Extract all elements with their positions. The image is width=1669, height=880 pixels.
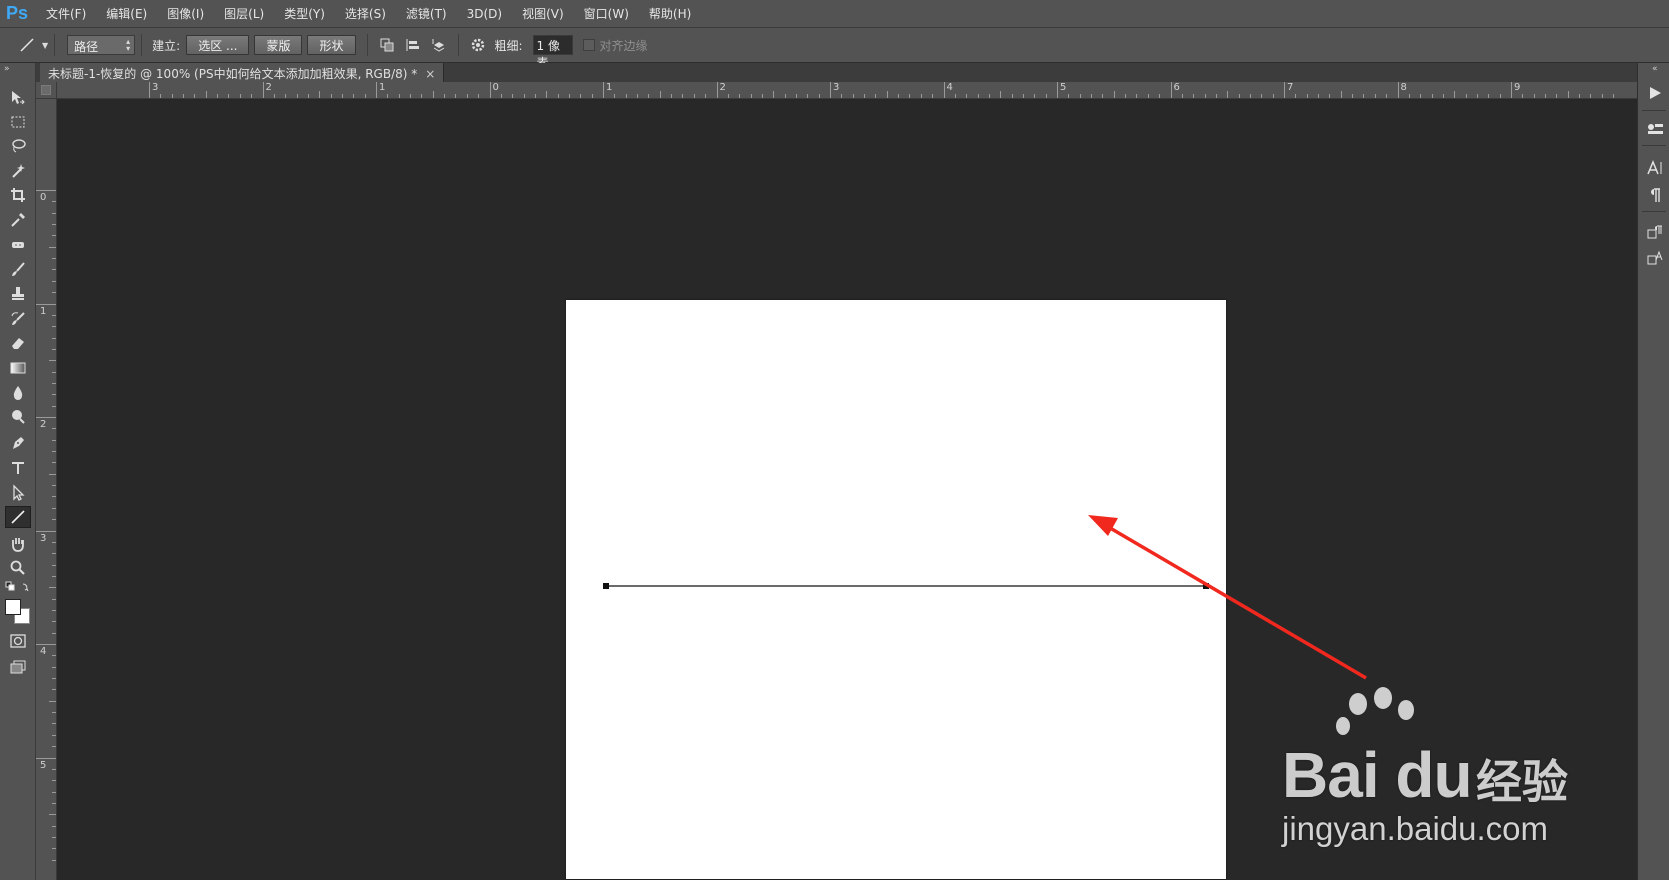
- watermark-url: jingyan.baidu.com: [1282, 810, 1548, 847]
- character-styles-icon[interactable]: [1642, 246, 1668, 270]
- ruler-origin[interactable]: [36, 82, 57, 99]
- properties-icon[interactable]: [1642, 117, 1668, 141]
- paragraph-icon[interactable]: [1642, 183, 1668, 207]
- right-panel-dock: «: [1637, 63, 1669, 880]
- divider: [1642, 211, 1666, 212]
- divider: [1642, 110, 1666, 111]
- baidu-jingyan-text: 经验: [1476, 755, 1568, 809]
- baidu-logo-text: Bai du: [1282, 739, 1473, 811]
- paragraph-styles-icon[interactable]: [1642, 220, 1668, 244]
- baidu-watermark: Bai du 经验 jingyan.baidu.com: [1270, 687, 1590, 850]
- character-icon[interactable]: [1642, 156, 1668, 180]
- play-icon[interactable]: [1642, 81, 1668, 105]
- divider: [1642, 145, 1666, 146]
- panel-expand-icon[interactable]: «: [1638, 63, 1669, 75]
